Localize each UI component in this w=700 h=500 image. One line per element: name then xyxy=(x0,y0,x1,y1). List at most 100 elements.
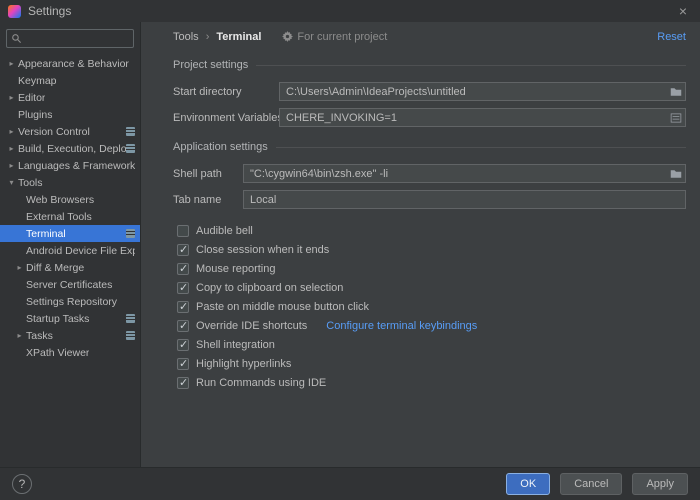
sidebar-item-keymap[interactable]: Keymap xyxy=(0,72,140,89)
sidebar-item-label: Terminal xyxy=(26,227,66,240)
sidebar-item-web-browsers[interactable]: Web Browsers xyxy=(0,191,140,208)
copy-to-clipboard-checkbox[interactable] xyxy=(177,281,189,294)
sidebar-item-label: Build, Execution, Deployment xyxy=(18,142,126,155)
checkbox-row-override-ide-shortcuts[interactable]: Override IDE shortcuts Configure termina… xyxy=(177,316,686,335)
run-commands-using-ide-checkbox[interactable] xyxy=(177,376,189,389)
start-directory-input[interactable] xyxy=(279,82,686,101)
audible-bell-checkbox[interactable] xyxy=(177,224,189,237)
sidebar-item-label: Settings Repository xyxy=(26,295,118,308)
field-tab-name: Tab name xyxy=(173,190,686,209)
checkbox-row-paste-middle-mouse[interactable]: Paste on middle mouse button click xyxy=(177,297,686,316)
sidebar-item-settings-repository[interactable]: Settings Repository xyxy=(0,293,140,310)
checkbox-row-highlight-hyperlinks[interactable]: Highlight hyperlinks xyxy=(177,354,686,373)
list-editor-icon[interactable] xyxy=(669,111,682,124)
sidebar-item-label: Tasks xyxy=(26,329,53,342)
mouse-reporting-checkbox[interactable] xyxy=(177,262,189,275)
sidebar-item-tasks[interactable]: ▸ Tasks xyxy=(0,327,140,344)
sidebar-item-android-device-file-explorer[interactable]: Android Device File Explorer xyxy=(0,242,140,259)
environment-variables-input[interactable] xyxy=(279,108,686,127)
help-button[interactable]: ? xyxy=(12,474,32,494)
chevron-down-icon[interactable]: ▾ xyxy=(6,178,17,187)
settings-search-input[interactable] xyxy=(26,32,129,45)
project-scope-icon xyxy=(126,229,135,238)
sidebar-item-version-control[interactable]: ▸ Version Control xyxy=(0,123,140,140)
section-application-settings: Application settings xyxy=(173,141,686,153)
cancel-button[interactable]: Cancel xyxy=(560,473,623,495)
chevron-right-icon[interactable]: ▸ xyxy=(6,127,17,136)
field-shell-path: Shell path xyxy=(173,164,686,183)
settings-dialog: Settings × ▸ Appearance & Behavior Keymap… xyxy=(0,0,700,500)
scope-note-label: For current project xyxy=(297,30,388,43)
dialog-footer: ? OK Cancel Apply xyxy=(0,467,700,500)
sidebar-item-label: Keymap xyxy=(18,74,57,87)
sidebar-item-plugins[interactable]: Plugins xyxy=(0,106,140,123)
section-project-settings: Project settings xyxy=(173,59,686,71)
chevron-right-icon[interactable]: ▸ xyxy=(6,93,17,102)
sidebar-item-label: Version Control xyxy=(18,125,90,138)
checkbox-row-mouse-reporting[interactable]: Mouse reporting xyxy=(177,259,686,278)
checkbox-row-copy-to-clipboard[interactable]: Copy to clipboard on selection xyxy=(177,278,686,297)
sidebar-item-diff-merge[interactable]: ▸ Diff & Merge xyxy=(0,259,140,276)
apply-button[interactable]: Apply xyxy=(632,473,688,495)
configure-terminal-keybindings-link[interactable]: Configure terminal keybindings xyxy=(326,320,477,332)
sidebar-item-external-tools[interactable]: External Tools xyxy=(0,208,140,225)
intellij-logo-icon xyxy=(8,4,21,18)
checkbox-row-run-commands-using-ide[interactable]: Run Commands using IDE xyxy=(177,373,686,392)
checkbox-row-close-session[interactable]: Close session when it ends xyxy=(177,240,686,259)
close-icon[interactable]: × xyxy=(674,2,692,20)
chevron-right-icon[interactable]: ▸ xyxy=(6,161,17,170)
section-title: Application settings xyxy=(173,141,268,153)
settings-search-box[interactable] xyxy=(6,29,134,48)
ok-button[interactable]: OK xyxy=(506,473,551,495)
sidebar-item-languages-frameworks[interactable]: ▸ Languages & Frameworks xyxy=(0,157,140,174)
sidebar-item-xpath-viewer[interactable]: XPath Viewer xyxy=(0,344,140,361)
gear-icon xyxy=(282,31,294,42)
chevron-right-icon[interactable]: ▸ xyxy=(14,263,25,272)
checkbox-label: Close session when it ends xyxy=(196,243,330,256)
sidebar-item-label: External Tools xyxy=(26,210,92,223)
chevron-right-icon[interactable]: ▸ xyxy=(6,59,17,68)
shell-integration-checkbox[interactable] xyxy=(177,338,189,351)
scope-note: For current project xyxy=(282,31,387,43)
close-session-checkbox[interactable] xyxy=(177,243,189,256)
sidebar-item-build-execution-deployment[interactable]: ▸Build, Execution, Deployment xyxy=(0,140,140,157)
sidebar-item-label: XPath Viewer xyxy=(26,346,90,359)
section-title: Project settings xyxy=(173,59,249,71)
sidebar-item-terminal[interactable]: Terminal xyxy=(0,225,140,242)
field-environment-variables: Environment Variables xyxy=(173,108,686,127)
checkbox-label: Mouse reporting xyxy=(196,262,276,275)
checkbox-row-audible-bell[interactable]: Audible bell xyxy=(177,221,686,240)
chevron-right-icon[interactable]: ▸ xyxy=(6,144,17,153)
section-divider xyxy=(256,64,686,66)
checkbox-label: Shell integration xyxy=(196,338,275,351)
field-label: Shell path xyxy=(173,167,222,180)
sidebar-item-editor[interactable]: ▸ Editor xyxy=(0,89,140,106)
shell-path-input[interactable] xyxy=(243,164,686,183)
chevron-right-icon[interactable]: ▸ xyxy=(14,331,25,340)
folder-icon[interactable] xyxy=(669,167,682,180)
sidebar-item-label: Android Device File Explorer xyxy=(26,244,135,257)
field-label: Environment Variables xyxy=(173,111,283,124)
sidebar-item-label: Web Browsers xyxy=(26,193,95,206)
override-ide-shortcuts-checkbox[interactable] xyxy=(177,319,189,332)
paste-middle-mouse-checkbox[interactable] xyxy=(177,300,189,313)
tab-name-input[interactable] xyxy=(243,190,686,209)
settings-tree: ▸ Appearance & Behavior Keymap ▸ Editor Pl… xyxy=(0,55,140,467)
sidebar-item-label: Languages & Frameworks xyxy=(18,159,135,172)
field-start-directory: Start directory xyxy=(173,82,686,101)
highlight-hyperlinks-checkbox[interactable] xyxy=(177,357,189,370)
sidebar-item-appearance-behavior[interactable]: ▸ Appearance & Behavior xyxy=(0,55,140,72)
checkbox-row-shell-integration[interactable]: Shell integration xyxy=(177,335,686,354)
sidebar-item-server-certificates[interactable]: Server Certificates xyxy=(0,276,140,293)
checkbox-label: Paste on middle mouse button click xyxy=(196,300,370,313)
folder-icon[interactable] xyxy=(669,85,682,98)
sidebar-item-tools[interactable]: ▾ Tools xyxy=(0,174,140,191)
project-scope-icon xyxy=(126,314,135,323)
sidebar-item-label: Diff & Merge xyxy=(26,261,85,274)
breadcrumb-tools[interactable]: Tools xyxy=(173,31,199,43)
breadcrumb: Tools › Terminal For current project Res… xyxy=(141,22,700,49)
sidebar-item-startup-tasks[interactable]: Startup Tasks xyxy=(0,310,140,327)
window-title: Settings xyxy=(28,4,72,18)
reset-link[interactable]: Reset xyxy=(657,31,686,43)
breadcrumb-separator: › xyxy=(205,30,210,43)
